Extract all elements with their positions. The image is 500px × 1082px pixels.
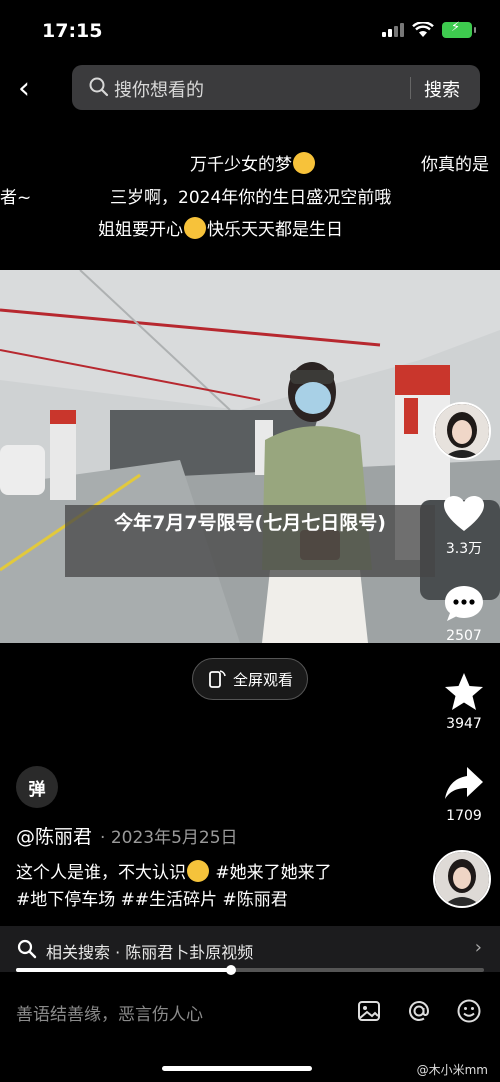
post-description: 这个人是谁，不大认识 #她来了她来了 #地下停车场 ##生活碎片 #陈丽君 bbox=[16, 860, 416, 914]
status-time: 17:15 bbox=[42, 20, 103, 42]
signal-icon bbox=[382, 23, 404, 37]
comment-input[interactable]: 善语结善缘，恶言伤人心 bbox=[16, 1000, 203, 1025]
progress-knob[interactable] bbox=[226, 965, 237, 975]
flushed-emoji-icon bbox=[187, 860, 209, 882]
description-text: 这个人是谁，不大认识 bbox=[16, 863, 186, 883]
comment-button[interactable]: 2507 bbox=[434, 582, 494, 644]
comment-tools bbox=[354, 996, 484, 1026]
image-icon[interactable] bbox=[354, 996, 384, 1026]
danmaku-text: 万千少女的梦 bbox=[190, 155, 292, 175]
comment-icon bbox=[445, 586, 483, 621]
danmaku-toggle-label: 弹 bbox=[28, 779, 46, 800]
hashtag-link[interactable]: #她来了她来了 bbox=[215, 863, 331, 883]
danmaku-text: 你真的是 bbox=[421, 155, 489, 175]
danmaku-item: 万千少女的梦 bbox=[190, 150, 316, 175]
author-avatar[interactable] bbox=[433, 402, 491, 460]
fullscreen-label: 全屏观看 bbox=[232, 670, 293, 689]
search-input[interactable]: 搜你想看的 bbox=[114, 76, 204, 102]
home-indicator[interactable] bbox=[162, 1066, 312, 1071]
danmaku-item: 姐姐要开心 快乐天天都是生日 bbox=[98, 215, 343, 240]
search-divider bbox=[410, 77, 411, 99]
status-bar: 17:15 ⚡ bbox=[0, 0, 500, 60]
avatar-image bbox=[435, 404, 489, 458]
watermark: @木小米mm bbox=[416, 1063, 488, 1077]
share-button[interactable]: 1709 bbox=[434, 762, 494, 824]
battery-icon: ⚡ bbox=[442, 20, 476, 38]
progress-fill bbox=[16, 968, 232, 972]
related-search-bar[interactable]: 相关搜索 · 陈丽君卜卦原视频 › bbox=[0, 926, 500, 972]
video-progress-bar[interactable] bbox=[16, 965, 484, 975]
rotate-screen-icon bbox=[209, 670, 226, 688]
heart-icon bbox=[444, 496, 484, 531]
video-frame-image bbox=[0, 270, 500, 643]
favorite-count: 3947 bbox=[446, 716, 482, 732]
danmaku-text: 者~ bbox=[0, 188, 32, 208]
hashtag-links[interactable]: #地下停车场 ##生活碎片 #陈丽君 bbox=[16, 887, 416, 914]
search-icon bbox=[17, 939, 37, 959]
danmaku-toggle-button[interactable]: 弹 bbox=[16, 766, 58, 808]
music-disc-avatar[interactable] bbox=[433, 850, 491, 908]
search-button[interactable]: 搜索 bbox=[424, 76, 460, 102]
like-button[interactable]: 3.3万 bbox=[434, 492, 494, 558]
danmaku-text: 快乐天天都是生日 bbox=[207, 220, 343, 240]
star-icon bbox=[445, 673, 483, 710]
post-date: · 2023年5月25日 bbox=[100, 828, 238, 848]
back-arrow-icon[interactable]: ‹ bbox=[18, 72, 48, 106]
chevron-right-icon: › bbox=[474, 937, 482, 958]
share-count: 1709 bbox=[446, 808, 482, 824]
share-arrow-icon bbox=[445, 767, 483, 799]
danmaku-text: 三岁啊，2024年你的生日盛况空前哦 bbox=[110, 188, 392, 208]
search-icon bbox=[89, 77, 109, 97]
fullscreen-button[interactable]: 全屏观看 bbox=[192, 658, 308, 700]
smiling-emoji-icon bbox=[184, 217, 206, 239]
comment-count: 2507 bbox=[446, 628, 482, 644]
wifi-icon bbox=[412, 22, 434, 37]
post-author-line: @陈丽君 · 2023年5月25日 bbox=[16, 822, 238, 849]
author-name[interactable]: @陈丽君 bbox=[16, 826, 92, 848]
related-search-text: 相关搜索 · 陈丽君卜卦原视频 bbox=[46, 943, 254, 962]
video-overlay-title: 今年7月7号限号(七月七日限号) bbox=[65, 505, 435, 577]
like-count: 3.3万 bbox=[445, 541, 483, 557]
avatar-image bbox=[435, 852, 489, 906]
heart-eyes-emoji-icon bbox=[293, 152, 315, 174]
status-icons: ⚡ bbox=[382, 20, 476, 38]
favorite-button[interactable]: 3947 bbox=[434, 670, 494, 732]
video-player[interactable] bbox=[0, 270, 500, 643]
danmaku-item: 你真的是 bbox=[421, 150, 489, 175]
emoji-icon[interactable] bbox=[454, 996, 484, 1026]
danmaku-item: 者~ bbox=[0, 183, 31, 208]
search-bar[interactable]: 搜你想看的 搜索 bbox=[72, 65, 480, 110]
mention-icon[interactable] bbox=[404, 996, 434, 1026]
danmaku-item: 三岁啊，2024年你的生日盛况空前哦 bbox=[110, 183, 391, 208]
danmaku-text: 姐姐要开心 bbox=[98, 220, 183, 240]
